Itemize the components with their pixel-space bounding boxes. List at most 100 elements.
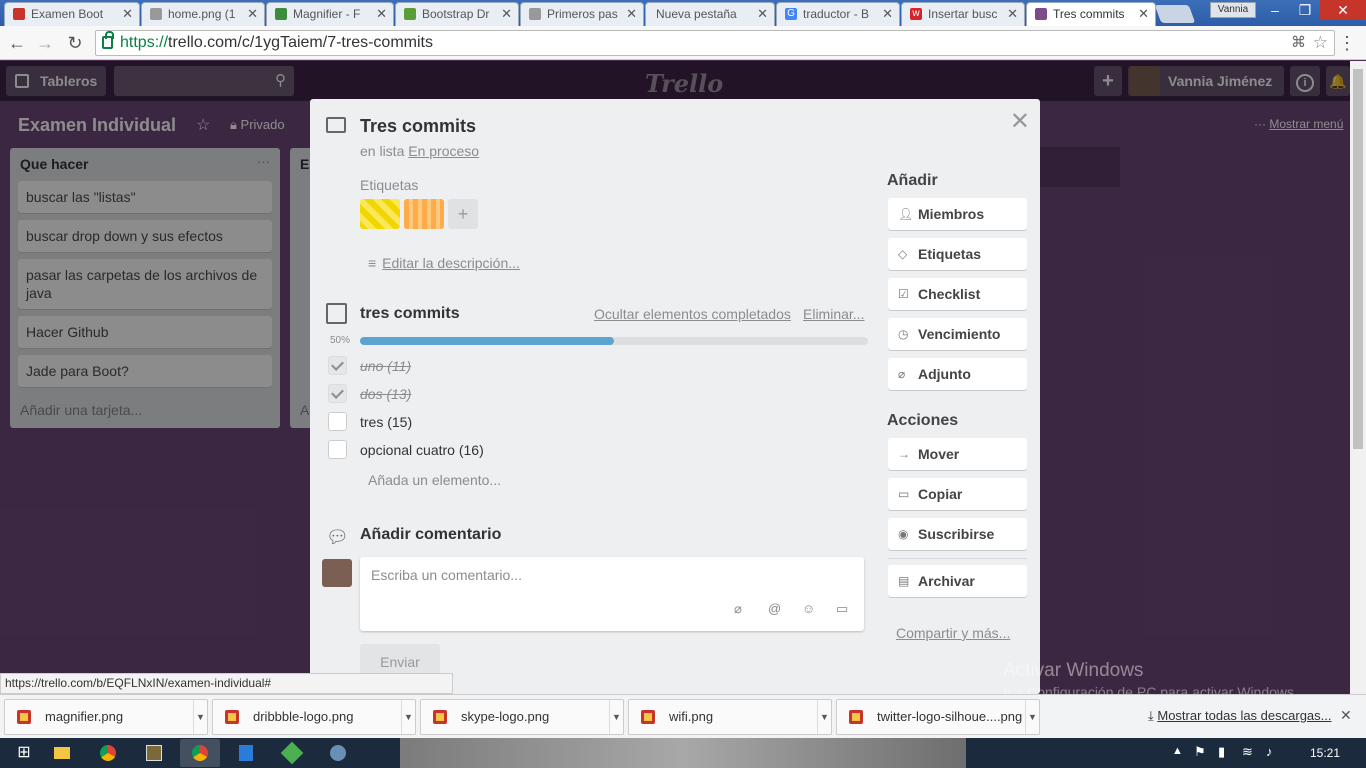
restore-icon[interactable]: ❐ <box>1290 0 1320 20</box>
close-tab-icon[interactable]: ✕ <box>247 6 258 22</box>
tab-title: Insertar busc <box>928 7 998 21</box>
attachment-icon[interactable]: ⌀ <box>734 601 742 617</box>
close-tab-icon[interactable]: ✕ <box>1138 6 1149 22</box>
checklist-item[interactable]: tres (15) <box>360 414 412 430</box>
volume-icon[interactable]: ♪ <box>1266 744 1273 759</box>
close-tab-icon[interactable]: ✕ <box>501 6 512 22</box>
file-explorer-icon[interactable] <box>42 739 82 767</box>
close-downloads-icon[interactable]: ✕ <box>1340 707 1352 724</box>
button-label: Copiar <box>918 486 963 502</box>
reload-icon[interactable]: ↻ <box>64 32 86 54</box>
back-icon[interactable]: ← <box>6 32 28 54</box>
mention-icon[interactable]: @ <box>768 601 781 616</box>
browser-profile-chip[interactable]: Vannia <box>1210 2 1256 18</box>
forward-icon[interactable]: → <box>34 32 56 54</box>
card-link-icon[interactable]: ▭ <box>836 601 848 617</box>
status-bar-url: https://trello.com/b/EQFLNxIN/examen-ind… <box>0 673 453 694</box>
app-taskbar-icon[interactable] <box>272 739 312 767</box>
browser-tab-active[interactable]: Tres commits ✕ <box>1026 2 1156 26</box>
battery-icon[interactable]: ▮ <box>1218 744 1225 760</box>
address-bar[interactable]: https://trello.com/c/1ygTaiem/7-tres-com… <box>95 30 1335 56</box>
list-link[interactable]: En proceso <box>408 143 479 159</box>
app-shape <box>239 745 253 761</box>
app-taskbar-icon[interactable] <box>226 739 266 767</box>
delete-checklist-link[interactable]: Eliminar... <box>803 306 864 322</box>
windows-start-icon[interactable]: ⊞ <box>4 739 44 767</box>
chrome-taskbar-icon[interactable] <box>88 739 128 767</box>
new-tab-button[interactable] <box>1154 5 1196 23</box>
star-icon[interactable]: ☆ <box>1313 31 1328 55</box>
browser-tab[interactable]: Magnifier - F ✕ <box>266 2 394 26</box>
browser-tab[interactable]: Bootstrap Dr ✕ <box>395 2 519 26</box>
browser-tab[interactable]: Primeros pas ✕ <box>520 2 644 26</box>
page-scrollbar[interactable] <box>1350 61 1366 694</box>
window-close-icon[interactable]: ✕ <box>1320 0 1366 20</box>
emoji-icon[interactable]: ☺ <box>802 601 815 616</box>
show-all-downloads-link[interactable]: ⤓ Mostrar todas las descargas... <box>1148 708 1332 724</box>
close-icon[interactable]: ✕ <box>1010 107 1030 136</box>
subscribe-button[interactable]: ◉ Suscribirse <box>888 518 1027 550</box>
close-tab-icon[interactable]: ✕ <box>626 6 637 22</box>
move-button[interactable]: → Mover <box>888 438 1027 470</box>
download-item[interactable]: magnifier.png ▼ <box>4 699 208 735</box>
archive-button[interactable]: ▤ Archivar <box>888 565 1027 597</box>
image-file-icon <box>225 710 239 724</box>
checklist-button[interactable]: ☑ Checklist <box>888 278 1027 310</box>
browser-tab[interactable]: Nueva pestaña ✕ <box>645 2 775 26</box>
chevron-down-icon[interactable]: ▼ <box>1025 700 1039 734</box>
close-tab-icon[interactable]: ✕ <box>1007 6 1018 22</box>
copy-button[interactable]: ▭ Copiar <box>888 478 1027 510</box>
downloads-bar: magnifier.png ▼ dribbble-logo.png ▼ skype-… <box>0 694 1366 738</box>
show-hidden-icons[interactable]: ▲ <box>1172 745 1183 757</box>
chevron-down-icon[interactable]: ▼ <box>401 700 415 734</box>
download-item[interactable]: twitter-logo-silhoue....png ▼ <box>836 699 1040 735</box>
edit-description-link[interactable]: ≡ Editar la descripción... <box>368 255 520 271</box>
magnifier-icon <box>275 8 287 20</box>
checklist-item-checkbox[interactable] <box>328 412 347 431</box>
chevron-down-icon[interactable]: ▼ <box>193 700 207 734</box>
due-date-button[interactable]: ◷ Vencimiento <box>888 318 1027 350</box>
card-title[interactable]: Tres commits <box>360 116 476 137</box>
close-tab-icon[interactable]: ✕ <box>122 6 133 22</box>
checklist-item-checkbox[interactable] <box>328 440 347 459</box>
browser-tab[interactable]: Gtraductor - B ✕ <box>776 2 900 26</box>
download-item[interactable]: skype-logo.png ▼ <box>420 699 624 735</box>
minimize-icon[interactable]: – <box>1260 0 1290 20</box>
download-item[interactable]: dribbble-logo.png ▼ <box>212 699 416 735</box>
browser-tab[interactable]: Examen Boot ✕ <box>4 2 140 26</box>
wifi-icon[interactable]: ≋ <box>1242 744 1253 760</box>
browser-tab[interactable]: w Insertar busc ✕ <box>901 2 1025 26</box>
checklist-item[interactable]: uno (11) <box>360 358 411 374</box>
download-item[interactable]: wifi.png ▼ <box>628 699 832 735</box>
chevron-down-icon[interactable]: ▼ <box>817 700 831 734</box>
browser-tab[interactable]: home.png (1 ✕ <box>141 2 265 26</box>
member-icon: 👤︎ <box>898 207 914 221</box>
label-orange[interactable] <box>404 199 444 229</box>
add-checklist-item[interactable]: Añada un elemento... <box>368 472 501 488</box>
comment-input[interactable]: Escriba un comentario... ⌀ @ ☺ ▭ <box>360 557 864 631</box>
scrollbar-thumb[interactable] <box>1353 69 1363 449</box>
checklist-title[interactable]: tres commits <box>360 305 460 323</box>
flag-icon[interactable]: ⚑ <box>1194 744 1206 760</box>
close-tab-icon[interactable]: ✕ <box>882 6 893 22</box>
add-label-button[interactable]: + <box>448 199 478 229</box>
checklist-item[interactable]: dos (13) <box>360 386 411 402</box>
members-button[interactable]: 👤︎ Miembros <box>888 198 1027 230</box>
attachment-button[interactable]: ⌀ Adjunto <box>888 358 1027 390</box>
browser-menu-icon[interactable]: ⋮ <box>1338 32 1356 54</box>
label-yellow[interactable] <box>360 199 400 229</box>
clock[interactable]: 15:21 <box>1310 746 1340 760</box>
checklist-item-checkbox[interactable] <box>328 384 347 403</box>
checklist-item-checkbox[interactable] <box>328 356 347 375</box>
hide-completed-link[interactable]: Ocultar elementos completados <box>594 306 791 322</box>
close-tab-icon[interactable]: ✕ <box>757 6 768 22</box>
app-taskbar-icon[interactable] <box>318 739 358 767</box>
close-tab-icon[interactable]: ✕ <box>376 6 387 22</box>
checklist-item[interactable]: opcional cuatro (16) <box>360 442 484 458</box>
chevron-down-icon[interactable]: ▼ <box>609 700 623 734</box>
translate-icon[interactable]: ⌘ <box>1291 31 1306 55</box>
chrome-active-taskbar-icon[interactable] <box>180 739 220 767</box>
app-taskbar-icon[interactable] <box>134 739 174 767</box>
share-more-link[interactable]: Compartir y más... <box>896 625 1010 641</box>
labels-button[interactable]: ◇ Etiquetas <box>888 238 1027 270</box>
